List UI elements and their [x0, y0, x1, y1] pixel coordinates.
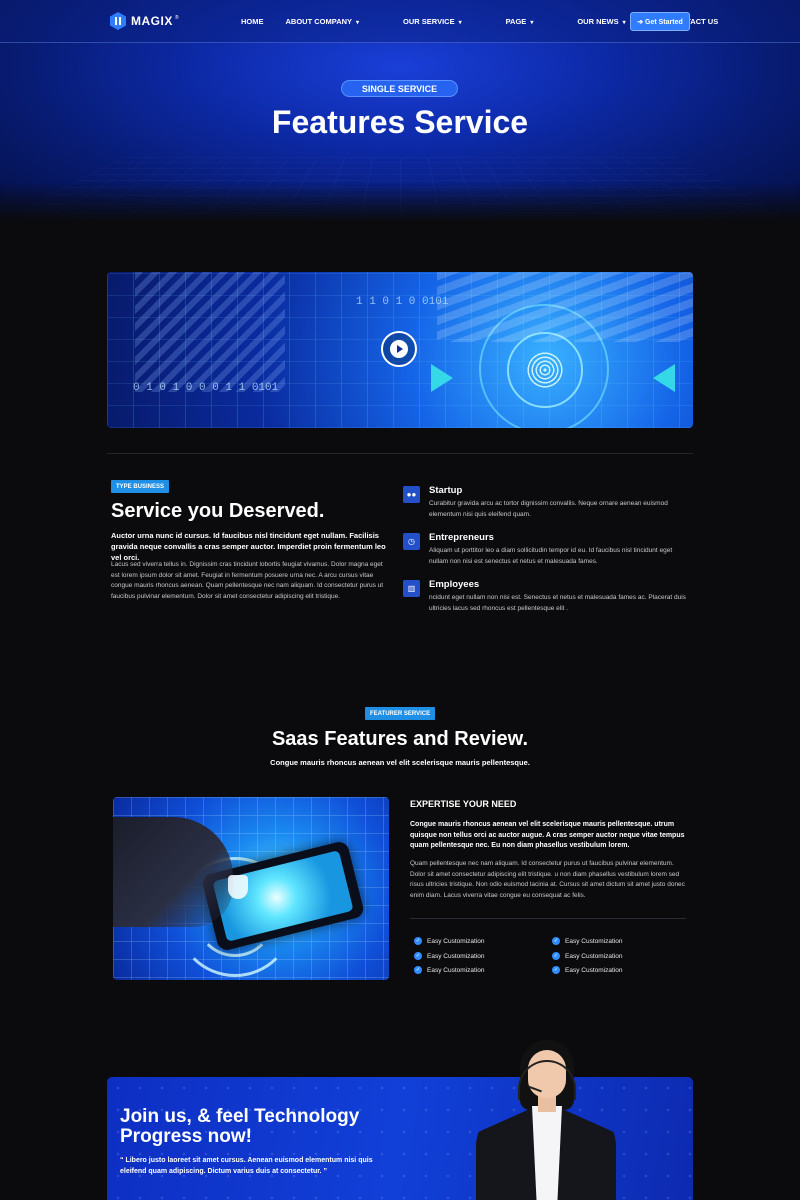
play-icon: [390, 340, 408, 358]
section-lead: Auctor urna nunc id cursus. Id faucibus …: [111, 531, 386, 562]
clock-icon: ◷: [403, 533, 420, 550]
check-item: ✓ Easy Customization: [552, 937, 623, 945]
feature-title: Startup: [429, 485, 463, 496]
check-icon: ✓: [552, 952, 560, 960]
chevron-down-icon: ▾: [458, 20, 462, 26]
check-item: ✓ Easy Customization: [414, 952, 485, 960]
binary-text: 1 1 0 1 0 0101: [356, 296, 449, 308]
check-item: ✓ Easy Customization: [552, 966, 623, 974]
logo[interactable]: MAGIX ®: [110, 12, 179, 30]
logo-icon: [110, 12, 126, 30]
check-icon: ✓: [552, 966, 560, 974]
divider: [107, 453, 693, 454]
chart-icon: ▥: [403, 580, 420, 597]
arrow-left-icon: [653, 364, 675, 392]
cta-quote: “ Libero justo laoreet sit amet cursus. …: [120, 1157, 373, 1175]
logo-text: MAGIX: [131, 14, 173, 28]
page-title: Features Service: [271, 104, 529, 140]
section-body: Lacus sed viverra tellus in. Dignissim c…: [111, 561, 384, 600]
nav-item-home[interactable]: HOME: [241, 17, 264, 26]
check-icon: ✓: [414, 937, 422, 945]
cta-title: Join us, & feel Technology Progress now!: [120, 1106, 360, 1147]
users-icon: ●●: [403, 486, 420, 503]
nav-item-our-service[interactable]: OUR SERVICE ▾: [403, 17, 484, 26]
get-started-button[interactable]: ➔ Get Started: [630, 12, 690, 31]
section-tag: TYPE BUSINESS: [111, 480, 170, 493]
section-title: Saas Features and Review.: [271, 728, 529, 750]
top-navbar: MAGIX ® HOME ABOUT COMPANY ▾ OUR SERVICE ▾…: [0, 0, 800, 43]
phone-illustration: [113, 797, 389, 980]
feature-desc: ncidunt eget nullam non nisi est. Senect…: [429, 594, 686, 612]
nav-item-about-company[interactable]: ABOUT COMPANY ▾: [286, 17, 382, 26]
hero-badge: SINGLE SERVICE: [341, 80, 458, 97]
feature-desc: Curabitur gravida arcu ac tortor digniss…: [429, 500, 668, 518]
keyboard-decoration: [135, 272, 285, 392]
chevron-down-icon: ▾: [530, 20, 534, 26]
expertise-body: Quam pellentesque nec nam aliquam. Id co…: [410, 860, 685, 899]
nav-item-page[interactable]: PAGE ▾: [506, 17, 556, 26]
hand-image: [113, 817, 233, 927]
keyboard-decoration: [437, 272, 693, 342]
feature-desc: Aliquam ut porttitor leo a diam sollicit…: [429, 547, 673, 565]
feature-title: Employees: [429, 579, 480, 590]
check-item: ✓ Easy Customization: [414, 937, 485, 945]
chevron-down-icon: ▾: [356, 20, 360, 26]
check-item: ✓ Easy Customization: [414, 966, 485, 974]
check-icon: ✓: [414, 966, 422, 974]
fingerprint-icon: [527, 352, 563, 388]
check-icon: ✓: [414, 952, 422, 960]
section-subtitle: Congue mauris rhoncus aenean vel elit sc…: [270, 758, 530, 767]
expertise-heading: EXPERTISE YOUR NEED: [410, 799, 517, 809]
check-icon: ✓: [552, 937, 560, 945]
check-item: ✓ Easy Customization: [552, 952, 623, 960]
binary-text: 0 1 0 1 0 0 0 1 1 0101: [133, 382, 279, 394]
support-agent-image: [476, 1040, 616, 1200]
chevron-down-icon: ▾: [622, 20, 626, 26]
expertise-lead: Congue mauris rhoncus aenean vel elit sc…: [410, 821, 685, 849]
section-title: Service you Deserved.: [111, 500, 325, 522]
arrow-right-icon: [431, 364, 453, 392]
play-video-button[interactable]: [381, 331, 417, 367]
logo-registered-mark: ®: [174, 15, 179, 21]
feature-title: Entrepreneurs: [429, 532, 494, 543]
divider: [410, 918, 686, 919]
shield-icon: [228, 875, 248, 899]
section-tag: FEATURER SERVICE: [365, 707, 436, 720]
